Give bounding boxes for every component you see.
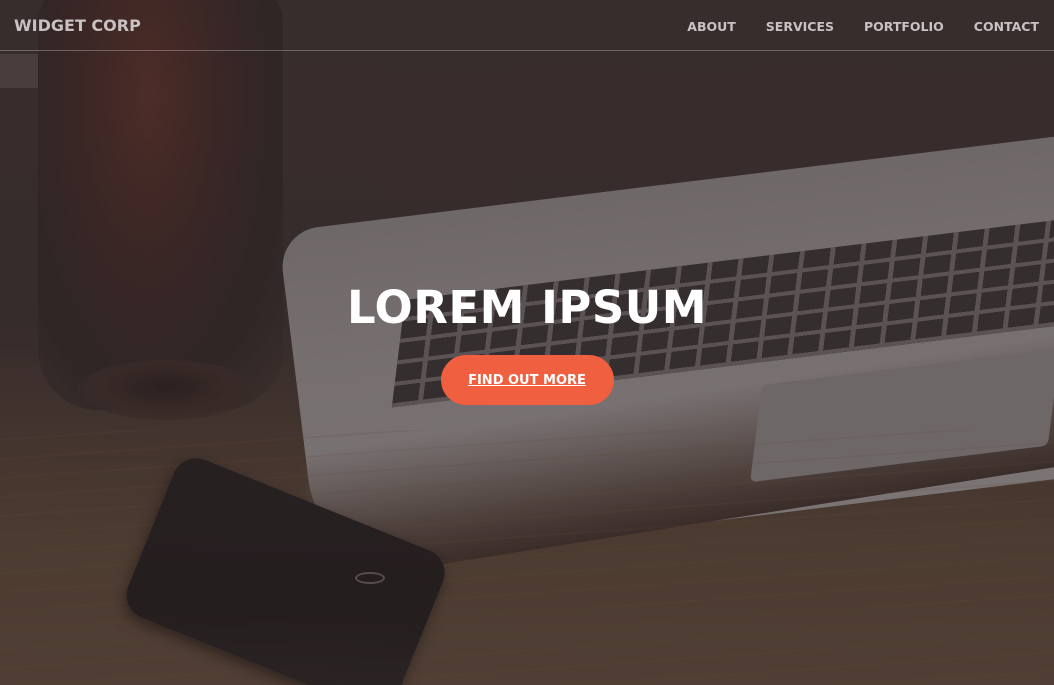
hero-heading: LOREM IPSUM — [346, 281, 708, 334]
nav-item-contact: CONTACT — [974, 16, 1039, 35]
nav-link-about[interactable]: ABOUT — [687, 19, 736, 34]
hero-section: WIDGET CORP ABOUT SERVICES PORTFOLIO CON… — [0, 0, 1054, 685]
nav-item-services: SERVICES — [766, 16, 834, 35]
hero-content: LOREM IPSUM FIND OUT MORE — [0, 278, 1054, 405]
nav-item-portfolio: PORTFOLIO — [864, 16, 944, 35]
nav-item-about: ABOUT — [687, 16, 736, 35]
nav-link-services[interactable]: SERVICES — [766, 19, 834, 34]
nav-links: ABOUT SERVICES PORTFOLIO CONTACT — [687, 16, 1040, 35]
find-out-more-button[interactable]: FIND OUT MORE — [440, 355, 614, 405]
nav-link-portfolio[interactable]: PORTFOLIO — [864, 19, 944, 34]
nav-link-contact[interactable]: CONTACT — [974, 19, 1039, 34]
top-navbar: WIDGET CORP ABOUT SERVICES PORTFOLIO CON… — [0, 0, 1054, 51]
brand-logo-link[interactable]: WIDGET CORP — [14, 16, 141, 35]
